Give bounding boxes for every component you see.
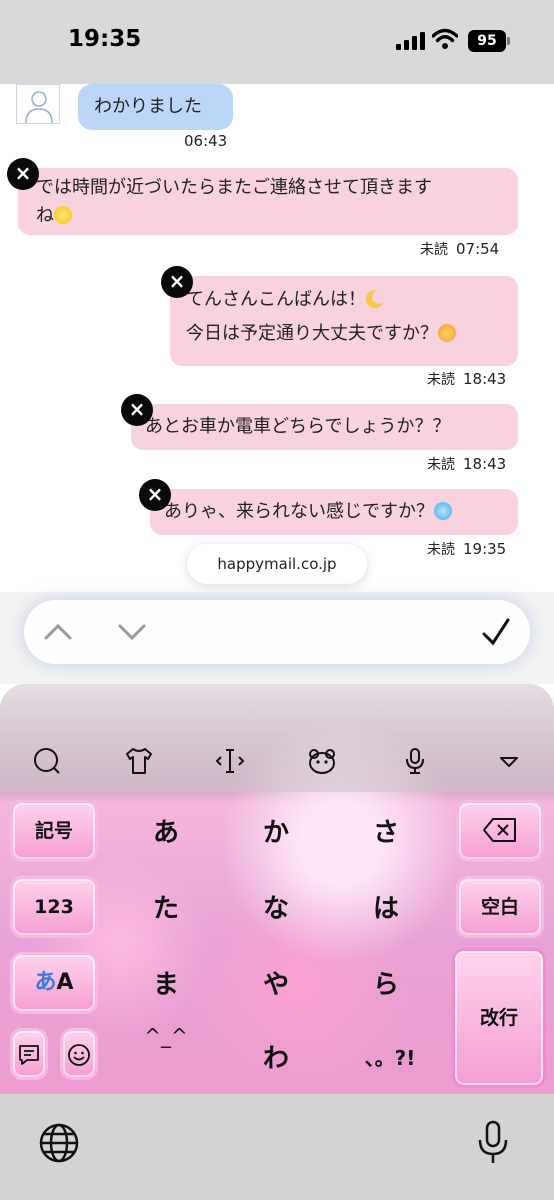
sweat-droplets-emoji-icon <box>434 502 452 520</box>
message-time: 18:43 <box>463 455 507 473</box>
bear-icon[interactable] <box>307 746 337 776</box>
emoji-key[interactable] <box>60 1028 98 1080</box>
message-time: 19:35 <box>463 540 507 558</box>
chevron-down-icon[interactable] <box>110 610 154 654</box>
message-text: あとお車か電車どちらでしょうか？？ <box>145 416 451 437</box>
unread-label: 未読 <box>427 542 455 558</box>
chat-thread[interactable]: わかりました 06:43 では時間が近づいたらまたご連絡させて頂きます ね × … <box>0 84 554 600</box>
kaomoji-key[interactable]: ^_^ <box>130 1024 202 1064</box>
domain-pill[interactable]: happymail.co.jp <box>187 544 367 584</box>
message-text-line2: ね <box>36 205 54 226</box>
search-icon[interactable] <box>32 746 62 776</box>
wifi-icon <box>432 28 458 49</box>
sparkles-emoji-icon <box>54 206 72 224</box>
user-avatar-icon <box>25 91 53 124</box>
outgoing-message-bubble[interactable]: では時間が近づいたらまたご連絡させて頂きます ね <box>18 168 518 235</box>
avatar[interactable] <box>16 84 60 124</box>
kana-key-wa[interactable]: わ <box>240 1038 312 1078</box>
message-text: わかりました <box>94 96 202 117</box>
emoji-icon <box>68 1044 90 1066</box>
checkmark-icon[interactable] <box>474 610 518 654</box>
battery-level: 95 <box>468 30 506 52</box>
symbols-key-label: 記号 <box>34 820 73 842</box>
message-text-line1: てんさんこんばんは！ <box>186 289 366 310</box>
unread-label: 未読 <box>420 242 448 258</box>
cursor-icon[interactable] <box>215 746 245 776</box>
numbers-key[interactable]: 123 <box>10 876 98 938</box>
space-key-label: 空白 <box>480 896 519 918</box>
keyboard-navigation-bar <box>24 600 530 664</box>
symbols-key[interactable]: 記号 <box>10 800 98 862</box>
kana-key-ta[interactable]: た <box>130 888 202 928</box>
enter-key[interactable]: 改行 <box>452 948 546 1088</box>
japanese-keyboard: 記号 123 あA あ か さ た な は ま や ら ^_^ わ 、。?! 空… <box>0 684 554 1094</box>
kana-key-a[interactable]: あ <box>130 812 202 852</box>
message-meta: 未読 07:54 <box>420 239 499 259</box>
incoming-message-bubble[interactable]: わかりました <box>78 84 233 130</box>
chevron-up-icon[interactable] <box>36 610 80 654</box>
numbers-key-label: 123 <box>34 896 74 918</box>
backspace-key[interactable] <box>456 800 544 862</box>
message-meta: 未読 18:43 <box>427 369 506 389</box>
message-text-line2: 今日は予定通り大丈夫ですか？ <box>186 323 438 344</box>
collapse-icon[interactable] <box>494 746 524 776</box>
unread-label: 未読 <box>427 372 455 388</box>
kana-key-sa[interactable]: さ <box>350 812 422 852</box>
message-time: 18:43 <box>463 370 507 388</box>
battery-tip <box>507 37 510 45</box>
mic-icon[interactable] <box>476 1120 510 1166</box>
close-icon[interactable]: × <box>161 266 193 298</box>
kana-key-ra[interactable]: ら <box>350 964 422 1004</box>
kana-key-ha[interactable]: は <box>350 888 422 928</box>
cellular-signal-icon <box>396 32 426 50</box>
memo-key[interactable] <box>10 1028 48 1080</box>
kana-key-ma[interactable]: ま <box>130 964 202 1004</box>
kana-key-ka[interactable]: か <box>240 812 312 852</box>
alpha-mode-label: A <box>56 970 74 995</box>
kana-mode-label: あ <box>34 970 57 995</box>
input-mode-key[interactable]: あA <box>10 952 98 1014</box>
space-key[interactable]: 空白 <box>456 876 544 938</box>
close-icon[interactable]: × <box>121 394 153 426</box>
status-time: 19:35 <box>68 26 142 52</box>
smiling-hearts-emoji-icon <box>438 324 456 342</box>
crescent-moon-emoji-icon <box>366 290 384 308</box>
memo-icon <box>19 1045 39 1065</box>
message-text: ありゃ、来られない感じですか？ <box>164 501 434 522</box>
keyboard-bottom-bar <box>0 1094 554 1200</box>
kana-key-ya[interactable]: や <box>240 964 312 1004</box>
keyboard-toolbar <box>0 684 554 792</box>
message-time: 07:54 <box>456 240 500 258</box>
mic-settings-icon[interactable] <box>400 746 430 776</box>
outgoing-message-bubble[interactable]: あとお車か電車どちらでしょうか？？ <box>131 404 518 450</box>
outgoing-message-bubble[interactable]: ありゃ、来られない感じですか？ <box>150 489 518 535</box>
globe-icon[interactable] <box>38 1122 80 1164</box>
close-icon[interactable]: × <box>7 158 39 190</box>
message-time: 06:43 <box>184 132 228 150</box>
close-icon[interactable]: × <box>139 479 171 511</box>
unread-label: 未読 <box>427 457 455 473</box>
shirt-icon[interactable] <box>124 746 154 776</box>
message-meta: 未読 18:43 <box>427 454 506 474</box>
status-bar: 19:35 95 <box>0 0 554 84</box>
backspace-icon <box>483 818 516 842</box>
outgoing-message-bubble[interactable]: てんさんこんばんは！ 今日は予定通り大丈夫ですか？ <box>170 276 518 366</box>
enter-key-label: 改行 <box>479 1007 518 1029</box>
kana-key-na[interactable]: な <box>240 888 312 928</box>
message-meta: 未読 19:35 <box>427 539 506 559</box>
message-text-line1: では時間が近づいたらまたご連絡させて頂きます <box>36 177 432 198</box>
punctuation-key[interactable]: 、。?! <box>350 1042 430 1082</box>
